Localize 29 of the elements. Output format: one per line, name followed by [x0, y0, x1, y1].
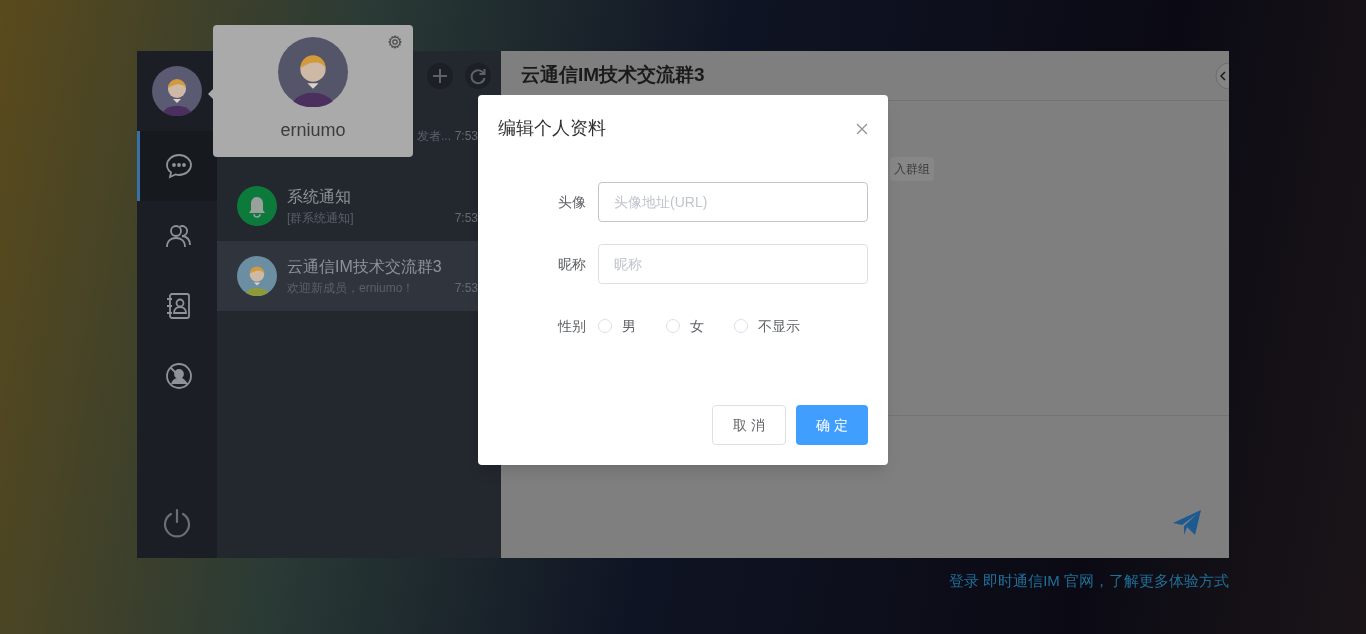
user-avatar[interactable] — [152, 66, 202, 116]
group-avatar[interactable] — [237, 256, 277, 296]
gender-radio[interactable]: 男 — [598, 315, 636, 337]
join-group-tag: 入群组 — [890, 157, 934, 181]
session-name: 云通信IM技术交流群3 — [287, 257, 443, 277]
gender-label: 性别 — [556, 316, 587, 336]
bell-avatar-icon — [237, 186, 277, 226]
settings-icon[interactable] — [388, 35, 402, 49]
close-icon[interactable] — [856, 122, 868, 135]
chat-title: 云通信IM技术交流群3 — [521, 63, 705, 88]
input-field[interactable]: 昵称 — [598, 244, 868, 284]
cancel-button[interactable]: 取 消 — [712, 405, 787, 445]
username: erniumo — [280, 119, 346, 142]
refresh-icon[interactable] — [465, 63, 491, 89]
dialog-title: 编辑个人资料 — [498, 117, 606, 140]
plus-icon[interactable] — [427, 63, 453, 89]
user-avatar[interactable] — [278, 37, 348, 107]
gender-radio[interactable]: 女 — [666, 315, 704, 337]
session-name: 系统通知 — [287, 187, 352, 207]
message-time: 7:53 — [454, 210, 478, 227]
power-icon[interactable] — [161, 507, 193, 539]
message-time: 7:53 — [454, 128, 478, 145]
collapse-icon[interactable] — [1213, 63, 1229, 89]
nav-tab[interactable] — [137, 131, 217, 201]
field-label: 昵称 — [557, 254, 587, 274]
footer-link[interactable]: 登录 即时通信IM 官网，了解更多体验方式 — [949, 570, 1229, 593]
gender-radio[interactable]: 不显示 — [734, 315, 800, 337]
field-label: 头像 — [557, 192, 587, 212]
input-field[interactable]: 头像地址(URL) — [598, 182, 868, 222]
